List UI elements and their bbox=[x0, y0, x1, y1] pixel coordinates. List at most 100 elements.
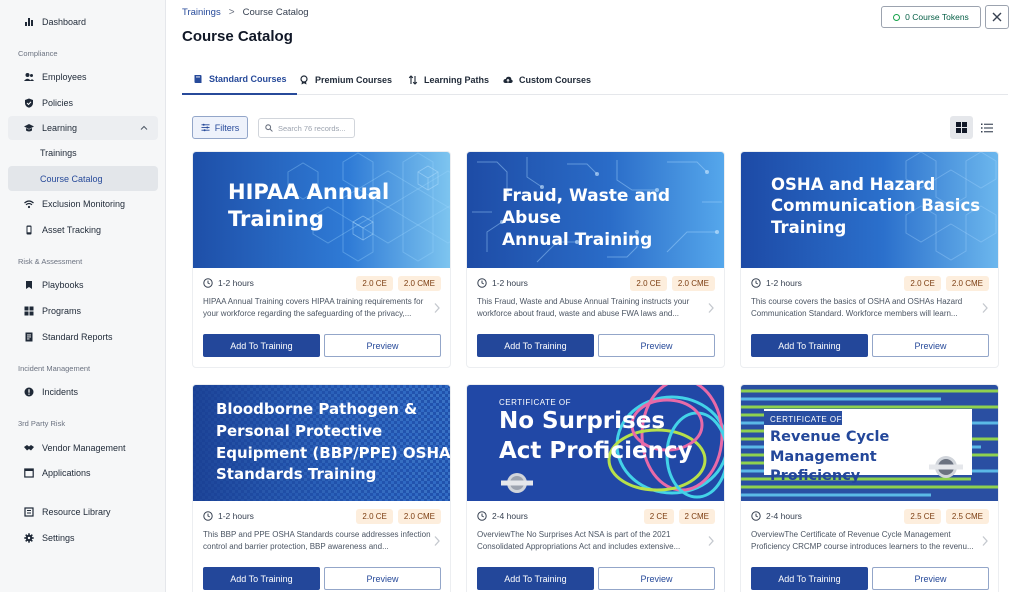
preview-button[interactable]: Preview bbox=[598, 334, 715, 357]
sidebar-item-settings[interactable]: Settings bbox=[8, 526, 158, 550]
sidebar-item-resource-library[interactable]: Resource Library bbox=[8, 500, 158, 524]
add-to-training-button[interactable]: Add To Training bbox=[477, 334, 594, 357]
sidebar-item-label: Vendor Management bbox=[42, 443, 126, 453]
sidebar-item-trainings[interactable]: Trainings bbox=[8, 140, 158, 165]
tab-custom-courses[interactable]: Custom Courses bbox=[503, 64, 591, 95]
tab-label: Premium Courses bbox=[315, 74, 393, 85]
course-banner: OSHA and Hazard Communication Basics Tra… bbox=[741, 152, 998, 268]
tab-premium-courses[interactable]: Premium Courses bbox=[299, 64, 392, 95]
chevron-right-icon[interactable] bbox=[707, 302, 715, 314]
grid-view-button[interactable] bbox=[950, 116, 973, 139]
playbook-icon bbox=[24, 280, 34, 290]
banner-title-line: Fraud, Waste and Abuse bbox=[502, 186, 671, 229]
course-banner: HIPAA Annual Training bbox=[193, 152, 450, 268]
add-to-training-button[interactable]: Add To Training bbox=[203, 334, 320, 357]
preview-button[interactable]: Preview bbox=[324, 334, 441, 357]
sidebar-item-playbooks[interactable]: Playbooks bbox=[8, 273, 158, 297]
tab-learning-paths[interactable]: Learning Paths bbox=[408, 64, 489, 95]
preview-button[interactable]: Preview bbox=[598, 567, 715, 590]
sidebar-item-dashboard[interactable]: Dashboard bbox=[8, 10, 158, 34]
chevron-right-icon[interactable] bbox=[707, 535, 715, 547]
sidebar-item-asset-tracking[interactable]: Asset Tracking bbox=[8, 218, 158, 242]
sidebar-item-label: Playbooks bbox=[42, 280, 84, 290]
preview-button[interactable]: Preview bbox=[872, 567, 989, 590]
sliders-icon bbox=[201, 123, 210, 132]
course-banner: Fraud, Waste and Abuse Annual Training bbox=[467, 152, 724, 268]
search-icon bbox=[265, 124, 273, 132]
sidebar-item-employees[interactable]: Employees bbox=[8, 65, 158, 89]
chevron-right-icon[interactable] bbox=[433, 535, 441, 547]
filters-label: Filters bbox=[214, 122, 240, 133]
chevron-right-icon[interactable] bbox=[981, 302, 989, 314]
ce-badge: 2.0 CE bbox=[630, 275, 667, 291]
preview-button[interactable]: Preview bbox=[872, 334, 989, 357]
course-card: CERTIFICATE OF No Surprises Act Proficie… bbox=[466, 384, 725, 592]
chevron-up-icon bbox=[140, 125, 148, 130]
bar-chart-icon bbox=[24, 17, 34, 27]
application-icon bbox=[24, 468, 34, 478]
list-view-button[interactable] bbox=[975, 116, 998, 139]
sidebar-item-vendor-management[interactable]: Vendor Management bbox=[8, 436, 158, 460]
library-icon bbox=[24, 507, 34, 517]
course-meta: 1-2 hours 2.0 CE 2.0 CME bbox=[203, 275, 441, 291]
course-meta: 1-2 hours 2.0 CE 2.0 CME bbox=[751, 275, 989, 291]
banner-title-line: No Surprises bbox=[499, 408, 666, 434]
chevron-right-icon[interactable] bbox=[433, 302, 441, 314]
ce-badge: 2.0 CE bbox=[356, 508, 393, 524]
sidebar-item-programs[interactable]: Programs bbox=[8, 299, 158, 323]
search-input[interactable] bbox=[278, 123, 350, 133]
breadcrumb: Trainings > Course Catalog bbox=[182, 7, 309, 18]
sidebar-item-label: Applications bbox=[42, 468, 91, 478]
sidebar-item-applications[interactable]: Applications bbox=[8, 461, 158, 485]
banner-title-line: Training bbox=[771, 217, 847, 237]
close-button[interactable] bbox=[985, 5, 1009, 29]
course-description: This course covers the basics of OSHA an… bbox=[751, 297, 963, 319]
course-card: OSHA and Hazard Communication Basics Tra… bbox=[740, 151, 999, 368]
cme-badge: 2.5 CME bbox=[945, 508, 989, 524]
report-icon bbox=[24, 332, 34, 342]
grid-icon bbox=[24, 306, 34, 316]
sidebar-item-label: Employees bbox=[42, 72, 87, 82]
course-duration: 1-2 hours bbox=[492, 278, 528, 288]
preview-button[interactable]: Preview bbox=[324, 567, 441, 590]
banner-title-line: Equipment (BBP/PPE) OSHA bbox=[216, 443, 451, 462]
filters-button[interactable]: Filters bbox=[192, 116, 248, 139]
add-to-training-button[interactable]: Add To Training bbox=[203, 567, 320, 590]
course-tokens-button[interactable]: 0 Course Tokens bbox=[881, 6, 981, 28]
grid-view-icon bbox=[956, 122, 967, 133]
sidebar-item-exclusion-monitoring[interactable]: Exclusion Monitoring bbox=[8, 192, 158, 216]
breadcrumb-link-trainings[interactable]: Trainings bbox=[182, 7, 221, 18]
sidebar-item-incidents[interactable]: Incidents bbox=[8, 380, 158, 404]
ce-badge: 2 CE bbox=[643, 508, 674, 524]
award-icon bbox=[300, 74, 308, 84]
course-duration: 1-2 hours bbox=[218, 278, 254, 288]
banner-title-line: Act Proficiency bbox=[499, 437, 693, 464]
sidebar-item-course-catalog[interactable]: Course Catalog bbox=[8, 166, 158, 191]
sidebar-item-policies[interactable]: Policies bbox=[8, 91, 158, 115]
banner-title-line: Communication Basics bbox=[771, 196, 981, 216]
course-description: OverviewThe No Surprises Act NSA is part… bbox=[477, 530, 681, 552]
banner-title-line: Personal Protective bbox=[216, 421, 383, 440]
clock-icon bbox=[477, 278, 487, 288]
add-to-training-button[interactable]: Add To Training bbox=[751, 334, 868, 357]
course-meta: 2-4 hours 2.5 CE 2.5 CME bbox=[751, 508, 989, 524]
add-to-training-button[interactable]: Add To Training bbox=[751, 567, 868, 590]
chevron-right-icon[interactable] bbox=[981, 535, 989, 547]
add-to-training-button[interactable]: Add To Training bbox=[477, 567, 594, 590]
phone-icon bbox=[24, 225, 34, 235]
course-description: This Fraud, Waste and Abuse Annual Train… bbox=[477, 297, 690, 319]
banner-title-line: Bloodborne Pathogen & bbox=[216, 400, 418, 418]
sidebar: Dashboard Compliance Employees Policies … bbox=[0, 0, 166, 592]
book-icon bbox=[194, 74, 202, 83]
tab-standard-courses[interactable]: Standard Courses bbox=[182, 64, 297, 95]
banner-title-line: Training bbox=[228, 207, 324, 232]
certificate-label: CERTIFICATE OF bbox=[499, 398, 572, 407]
sidebar-item-standard-reports[interactable]: Standard Reports bbox=[8, 325, 158, 349]
course-banner: CERTIFICATE OF Revenue Cycle Management … bbox=[741, 385, 998, 501]
section-label-incident: Incident Management bbox=[18, 364, 91, 373]
clock-icon bbox=[203, 278, 213, 288]
page-title: Course Catalog bbox=[182, 28, 293, 45]
sidebar-item-learning[interactable]: Learning bbox=[8, 116, 158, 140]
course-description: This BBP and PPE OSHA Standards course a… bbox=[203, 530, 431, 552]
clock-icon bbox=[477, 511, 487, 521]
